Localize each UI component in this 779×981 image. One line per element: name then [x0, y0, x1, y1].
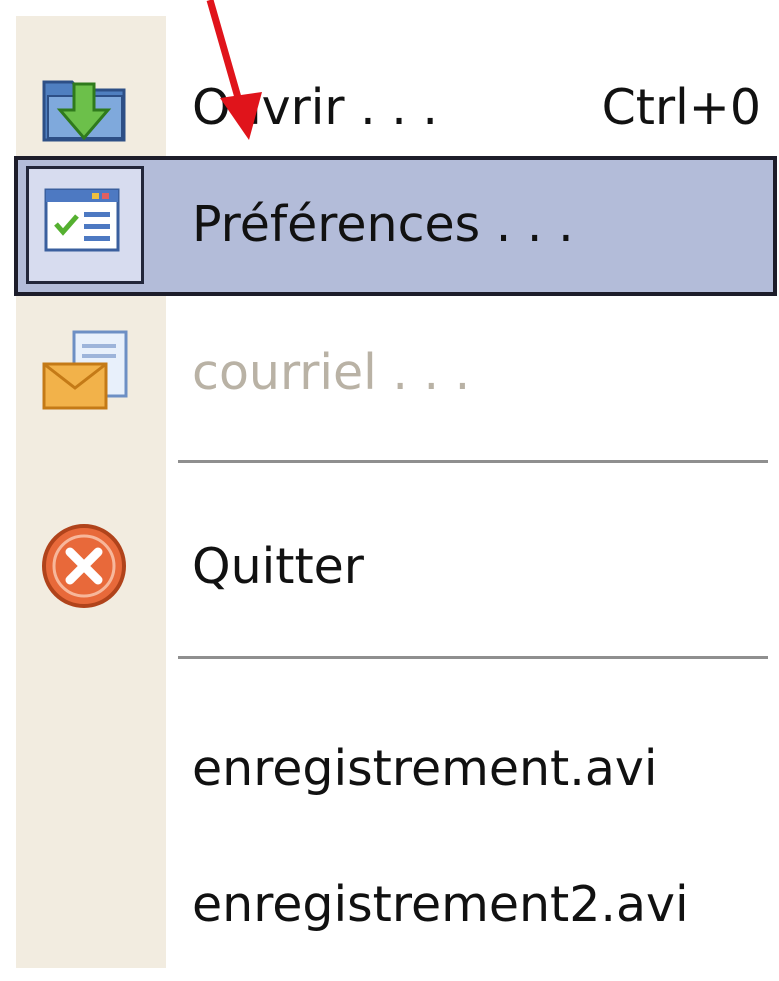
menu-item-label: Ouvrir . . . [192, 79, 438, 136]
menu-separator [178, 656, 768, 659]
menu-item-recent-file[interactable]: enregistrement.avi [16, 696, 779, 826]
menu-item-label: Préférences . . . [192, 196, 574, 253]
email-icon [38, 324, 134, 420]
menu-item-recent-file[interactable]: enregistrement2.avi [16, 836, 779, 966]
menu-item-email: courriel . . . [16, 306, 779, 444]
context-menu: Ouvrir . . . Ctrl+0 Préférences . . . co… [14, 16, 779, 971]
menu-separator [178, 460, 768, 463]
menu-item-preferences[interactable]: Préférences . . . [14, 156, 777, 296]
quit-icon [38, 518, 134, 614]
menu-item-label: enregistrement.avi [192, 740, 658, 797]
menu-item-label: Quitter [192, 538, 364, 595]
menu-item-shortcut: Ctrl+0 [601, 79, 761, 136]
preferences-icon [42, 180, 122, 260]
menu-item-label: courriel . . . [192, 344, 471, 401]
menu-item-open[interactable]: Ouvrir . . . Ctrl+0 [16, 36, 779, 174]
menu-item-quit[interactable]: Quitter [16, 496, 779, 634]
open-folder-icon [38, 60, 134, 156]
menu-item-label: enregistrement2.avi [192, 876, 689, 933]
